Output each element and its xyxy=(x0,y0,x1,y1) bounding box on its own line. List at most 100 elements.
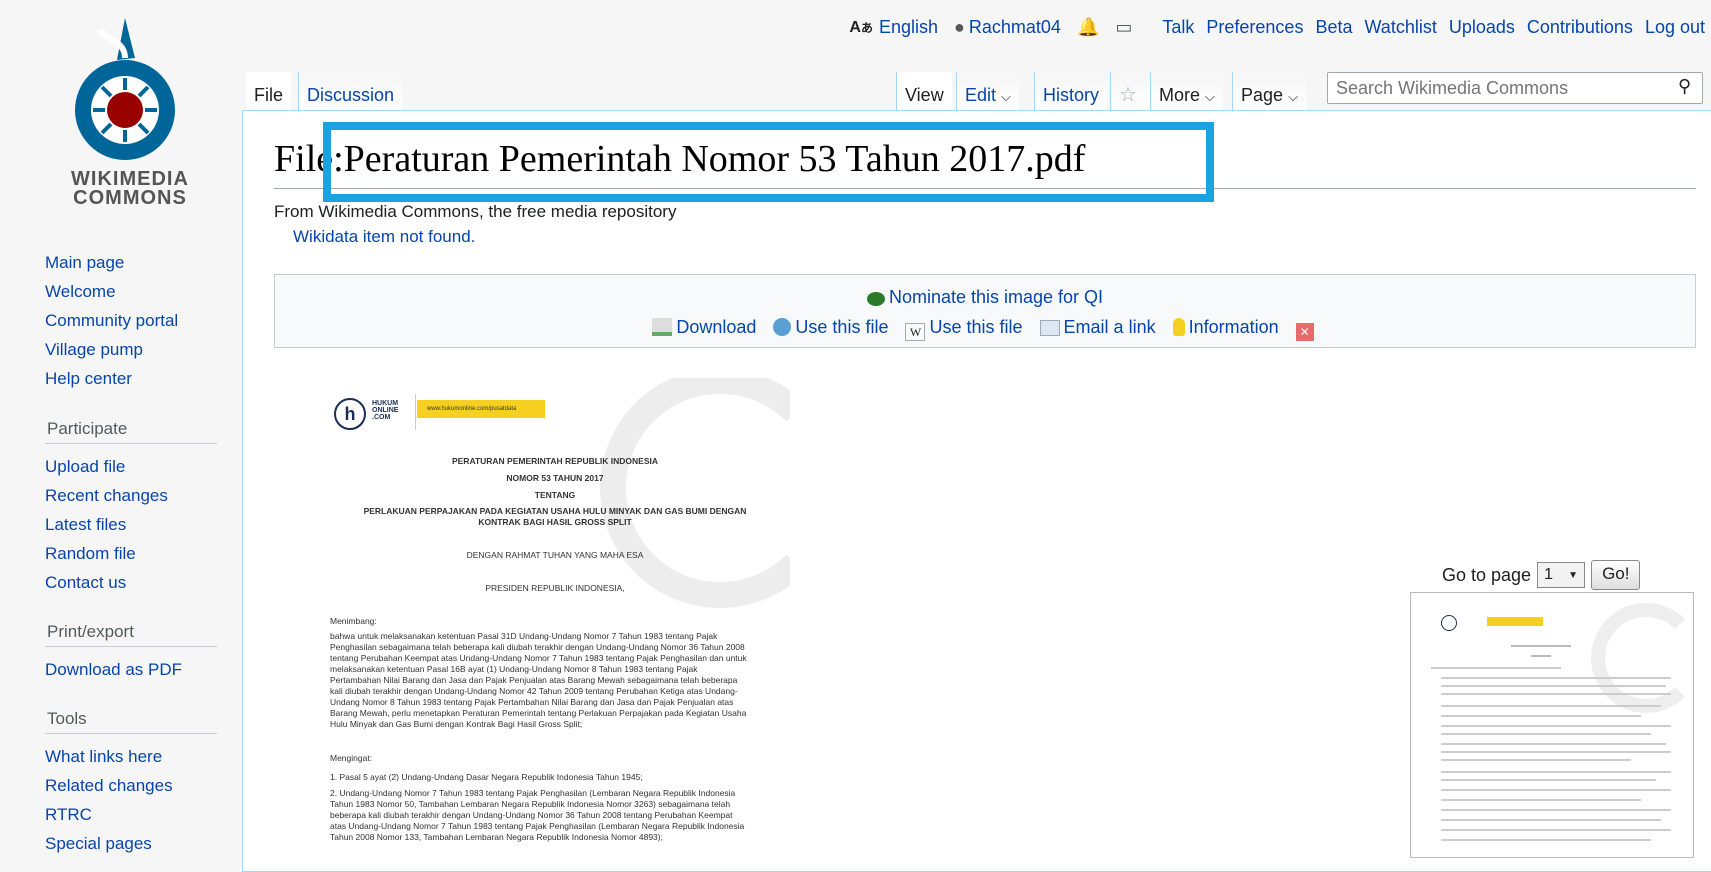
close-icon: ✕ xyxy=(1295,323,1314,341)
sidebar-item-download-pdf[interactable]: Download as PDF xyxy=(45,655,220,684)
download-action[interactable]: Download xyxy=(652,317,756,337)
personal-tools: Aあ English ● Rachmat04 🔔 ▭ Talk Preferen… xyxy=(849,17,1705,38)
pdf-presiden: PRESIDEN REPUBLIK INDONESIA, xyxy=(485,583,625,593)
go-button[interactable]: Go! xyxy=(1591,560,1641,590)
wikipedia-w-icon: W xyxy=(905,323,926,341)
email-link-action[interactable]: Email a link xyxy=(1039,317,1156,337)
translate-icon: Aあ xyxy=(849,18,873,36)
watchlist-link[interactable]: Watchlist xyxy=(1364,17,1436,38)
wikidata-link[interactable]: Wikidata item not found. xyxy=(293,227,475,247)
sidebar-tools: Tools What links here Related changes RT… xyxy=(45,705,220,858)
tab-file[interactable]: File xyxy=(246,72,292,110)
next-page-thumbnail[interactable] xyxy=(1410,592,1694,858)
sidebar-item-recent-changes[interactable]: Recent changes xyxy=(45,481,220,510)
tab-more[interactable]: More ⌵ xyxy=(1150,72,1223,110)
nominate-qi-link[interactable]: Nominate this image for QI xyxy=(889,287,1103,307)
pdf-page-preview[interactable]: h HUKUM ONLINE .COM www.hukumonline.com/… xyxy=(320,378,790,856)
file-action-box: Nominate this image for QI Download Use … xyxy=(274,274,1696,348)
notifications-bell-icon[interactable]: 🔔 xyxy=(1077,17,1099,38)
sidebar-item-village-pump[interactable]: Village pump xyxy=(45,335,220,364)
qi-leaf-icon xyxy=(866,292,885,306)
tab-view[interactable]: View xyxy=(896,72,952,110)
dropdown-arrow-icon: ▼ xyxy=(1568,569,1579,581)
uploads-link[interactable]: Uploads xyxy=(1449,17,1515,38)
thumb-text-line xyxy=(1441,759,1631,761)
file-actions-row: Download Use this file W Use this file Em… xyxy=(275,317,1695,341)
download-icon xyxy=(652,318,673,336)
thumb-text-line xyxy=(1441,779,1656,781)
logo-text: WIKIMEDIA COMMONS xyxy=(71,168,189,209)
pdf-menimbang-text: bahwa untuk melaksanakan ketentuan Pasal… xyxy=(330,631,747,729)
tab-discussion[interactable]: Discussion xyxy=(298,72,403,110)
thumb-url-banner xyxy=(1487,617,1543,626)
thumb-text-line xyxy=(1431,667,1561,669)
email-icon xyxy=(1039,320,1060,336)
information-action[interactable]: Information xyxy=(1172,317,1279,337)
sidebar-heading-print-export[interactable]: Print/export xyxy=(45,618,217,647)
talk-link[interactable]: Talk xyxy=(1162,17,1194,38)
use-file-wiki-action[interactable]: W Use this file xyxy=(905,317,1023,341)
pdf-heading-2: NOMOR 53 TAHUN 2017 xyxy=(506,473,604,483)
site-tagline: From Wikimedia Commons, the free media r… xyxy=(274,202,677,221)
pdf-url-banner: www.hukumonline.com/pusatdata xyxy=(417,400,545,418)
search-icon[interactable]: ⚲ xyxy=(1678,76,1691,97)
thumb-text-line xyxy=(1441,725,1671,727)
thumb-text-line xyxy=(1441,743,1666,745)
thumb-watermark xyxy=(1591,603,1693,713)
sidebar-item-rtrc[interactable]: RTRC xyxy=(45,800,220,829)
logout-link[interactable]: Log out xyxy=(1645,17,1705,38)
user-icon: ● xyxy=(954,17,965,37)
pdf-mengingat-1: 1. Pasal 5 ayat (2) Undang-Undang Dasar … xyxy=(330,772,643,782)
pdf-logo-separator xyxy=(415,394,416,430)
thumb-text-line xyxy=(1441,829,1671,831)
sidebar-item-special-pages[interactable]: Special pages xyxy=(45,829,220,858)
thumb-text-line xyxy=(1441,839,1651,841)
preferences-link[interactable]: Preferences xyxy=(1206,17,1303,38)
sidebar-print-export: Print/export Download as PDF xyxy=(45,618,220,684)
pdf-heading-5: KONTRAK BAGI HASIL GROSS SPLIT xyxy=(478,517,632,527)
tab-page[interactable]: Page ⌵ xyxy=(1232,72,1306,110)
use-file-web-action[interactable]: Use this file xyxy=(773,317,888,337)
thumb-text-line xyxy=(1441,677,1671,679)
search-input[interactable] xyxy=(1327,72,1703,104)
contributions-link[interactable]: Contributions xyxy=(1527,17,1633,38)
beta-link[interactable]: Beta xyxy=(1315,17,1352,38)
sidebar-item-main-page[interactable]: Main page xyxy=(45,248,220,277)
sidebar-item-what-links-here[interactable]: What links here xyxy=(45,742,220,771)
sidebar-heading-participate[interactable]: Participate xyxy=(45,415,217,444)
thumb-text-line xyxy=(1441,715,1641,717)
sidebar-participate: Participate Upload file Recent changes L… xyxy=(45,415,220,597)
thumb-text-line xyxy=(1441,733,1651,735)
thumb-text-line xyxy=(1511,645,1571,647)
sidebar-heading-tools[interactable]: Tools xyxy=(45,705,217,734)
pdf-heading-3: TENTANG xyxy=(534,490,576,500)
language-selector[interactable]: Aあ English xyxy=(849,17,938,38)
sidebar-item-random-file[interactable]: Random file xyxy=(45,539,220,568)
notices-inbox-icon[interactable]: ▭ xyxy=(1115,17,1132,38)
thumb-text-line xyxy=(1441,751,1671,753)
lightbulb-icon xyxy=(1172,318,1185,336)
thumb-text-line xyxy=(1531,655,1551,657)
chevron-down-icon: ⌵ xyxy=(1001,89,1011,104)
pdf-mengingat-label: Mengingat: xyxy=(330,753,373,763)
sidebar-item-related-changes[interactable]: Related changes xyxy=(45,771,220,800)
thumb-text-line xyxy=(1441,705,1661,707)
nominate-row: Nominate this image for QI xyxy=(275,287,1695,308)
pdf-heading-4: PERLAKUAN PERPAJAKAN PADA KEGIATAN USAHA… xyxy=(363,506,747,516)
close-box-button[interactable]: ✕ xyxy=(1295,317,1318,341)
thumb-text-line xyxy=(1441,685,1666,687)
user-link[interactable]: Rachmat04 xyxy=(969,17,1061,38)
sidebar-item-contact-us[interactable]: Contact us xyxy=(45,568,220,597)
sidebar-item-help-center[interactable]: Help center xyxy=(45,364,220,393)
thumb-logo-icon xyxy=(1441,615,1457,631)
tab-history[interactable]: History xyxy=(1034,72,1108,110)
sidebar-item-latest-files[interactable]: Latest files xyxy=(45,510,220,539)
globe-icon xyxy=(773,318,792,336)
sidebar-navigation: Main page Welcome Community portal Villa… xyxy=(45,248,220,393)
page-select[interactable]: 1 ▼ xyxy=(1537,562,1586,588)
sidebar-item-community-portal[interactable]: Community portal xyxy=(45,306,220,335)
sidebar-item-welcome[interactable]: Welcome xyxy=(45,277,220,306)
tab-edit[interactable]: Edit ⌵ xyxy=(956,72,1019,110)
sidebar-item-upload-file[interactable]: Upload file xyxy=(45,452,220,481)
goto-label: Go to page xyxy=(1442,564,1532,585)
